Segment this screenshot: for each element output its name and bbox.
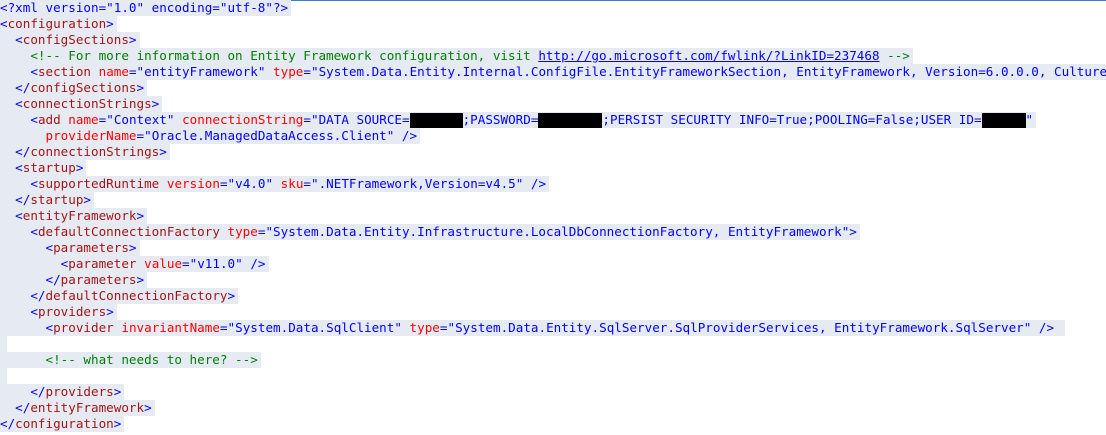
code-line-11: <startup> [0, 160, 1106, 176]
code-line-7: <connectionStrings> [0, 96, 1106, 112]
code-line-23: <!-- what needs to here? --> [0, 352, 1106, 368]
code-line-13: </startup> [0, 192, 1106, 208]
code-line-27: </configuration> [0, 416, 1106, 432]
code-line-6: </configSections> [0, 80, 1106, 96]
redacted-user-id [981, 112, 1026, 128]
code-line-10: </connectionStrings> [0, 144, 1106, 160]
redacted-password [538, 112, 603, 128]
xml-code-editor[interactable]: <?xml version="1.0" encoding="utf-8"?> <… [0, 0, 1106, 435]
code-line-3: <configSections> [0, 32, 1106, 48]
code-line-5: <section name="entityFramework" type="Sy… [0, 64, 1106, 80]
code-line-2: <configuration> [0, 16, 1106, 32]
code-line-18: </parameters> [0, 272, 1106, 288]
fwlink-link[interactable]: http://go.microsoft.com/fwlink/?LinkID=2… [538, 48, 879, 63]
code-line-21: <provider invariantName="System.Data.Sql… [0, 320, 1106, 336]
code-line-20: <providers> [0, 304, 1106, 320]
code-line-22 [0, 336, 1106, 352]
code-line-1: <?xml version="1.0" encoding="utf-8"?> [0, 0, 1106, 16]
code-line-19: </defaultConnectionFactory> [0, 288, 1106, 304]
code-line-25: </providers> [0, 384, 1106, 400]
xml-declaration: <?xml version="1.0" encoding="utf-8"?> [0, 0, 289, 15]
code-line-17: <parameter value="v11.0" /> [0, 256, 1106, 272]
code-line-8: <add name="Context" connectionString="DA… [0, 112, 1106, 128]
code-line-26: </entityFramework> [0, 400, 1106, 416]
code-line-16: <parameters> [0, 240, 1106, 256]
code-line-4: <!-- For more information on Entity Fram… [0, 48, 1106, 64]
code-line-15: <defaultConnectionFactory type="System.D… [0, 224, 1106, 240]
code-line-14: <entityFramework> [0, 208, 1106, 224]
code-line-12: <supportedRuntime version="v4.0" sku=".N… [0, 176, 1106, 192]
redacted-data-source [409, 112, 463, 128]
code-line-24 [0, 368, 1106, 384]
code-line-9: providerName="Oracle.ManagedDataAccess.C… [0, 128, 1106, 144]
